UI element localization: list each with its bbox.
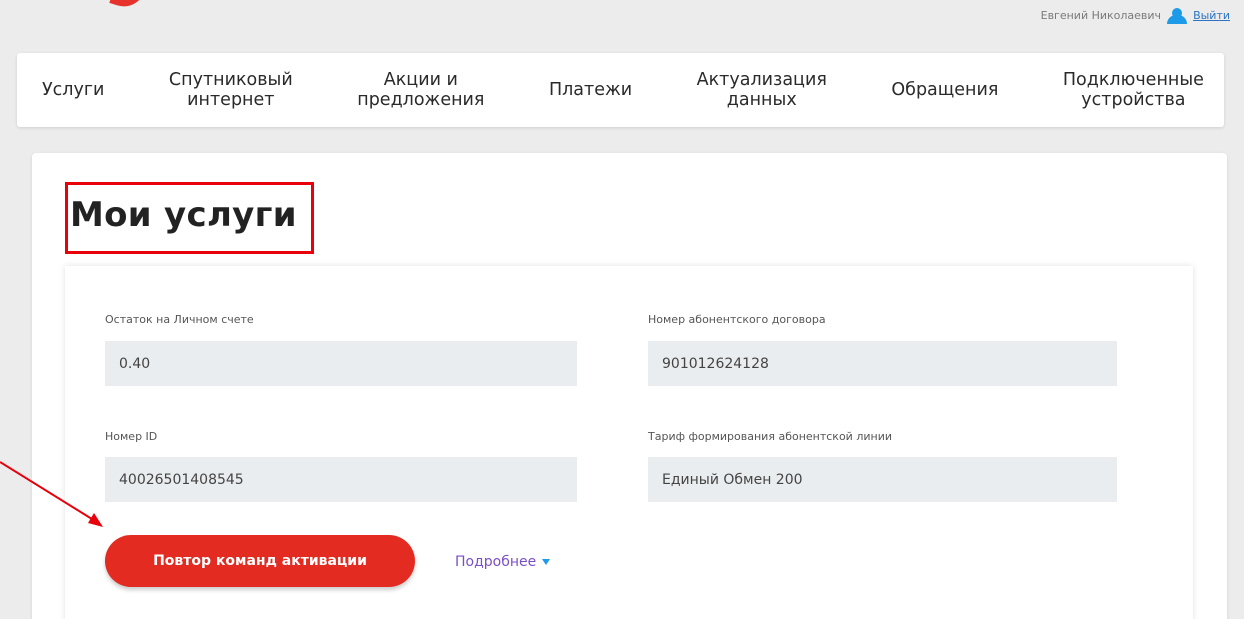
user-bar: Евгений Николаевич Выйти — [1041, 4, 1230, 26]
chevron-down-icon — [542, 559, 551, 565]
main-nav: Услуги Спутниковый интернет Акции и пред… — [17, 53, 1224, 127]
nav-item-payments[interactable]: Платежи — [549, 80, 632, 100]
nav-item-promotions[interactable]: Акции и предложения — [357, 70, 484, 110]
tariff-label: Тариф формирования абонентской линии — [648, 430, 892, 443]
nav-item-requests[interactable]: Обращения — [891, 80, 998, 100]
nav-item-data-update[interactable]: Актуализация данных — [697, 70, 827, 110]
balance-label: Остаток на Личном счете — [105, 313, 254, 326]
repeat-activation-button[interactable]: Повтор команд активации — [105, 535, 415, 587]
nav-item-services[interactable]: Услуги — [42, 80, 104, 100]
nav-item-connected-devices[interactable]: Подключенные устройства — [1063, 70, 1204, 110]
id-label: Номер ID — [105, 430, 158, 443]
contract-label: Номер абонентского договора — [648, 313, 826, 326]
brand-logo[interactable] — [108, 0, 142, 14]
page-title: Мои услуги — [70, 195, 297, 235]
logout-link[interactable]: Выйти — [1193, 9, 1230, 22]
more-details-label: Подробнее — [455, 554, 537, 570]
screen: Евгений Николаевич Выйти Услуги Спутнико… — [0, 0, 1244, 619]
balance-field: 0.40 — [105, 341, 577, 386]
tariff-field: Единый Обмен 200 — [648, 457, 1117, 502]
user-avatar-icon — [1167, 8, 1188, 24]
id-field: 40026501408545 — [105, 457, 577, 502]
user-name: Евгений Николаевич — [1040, 8, 1162, 22]
contract-field: 901012624128 — [648, 341, 1117, 386]
nav-item-satellite-internet[interactable]: Спутниковый интернет — [169, 70, 293, 110]
more-details-link[interactable]: Подробнее — [455, 554, 551, 570]
